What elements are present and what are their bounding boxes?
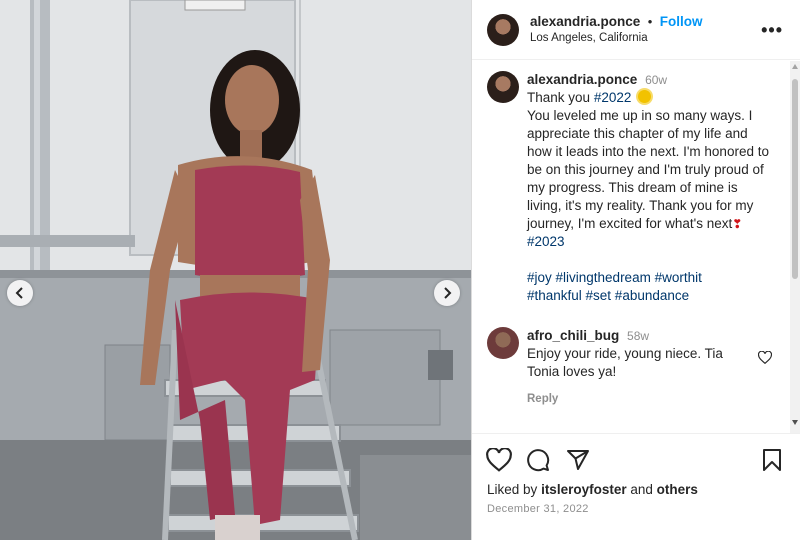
post-location[interactable]: Los Angeles, California xyxy=(530,30,703,47)
chevron-right-icon xyxy=(444,287,452,299)
scroll-down-arrow-icon[interactable] xyxy=(792,420,798,425)
next-comment-preview xyxy=(472,425,790,433)
comment-item: afro_chili_bug 58w Enjoy your ride, youn… xyxy=(472,317,790,407)
header-separator: • xyxy=(647,13,653,29)
caption: alexandria.ponce 60w Thank you #2022 You… xyxy=(472,61,790,305)
liked-by-prefix: Liked by xyxy=(487,482,538,497)
follow-button[interactable]: Follow xyxy=(660,14,703,29)
author-info: alexandria.ponce • Follow Los Angeles, C… xyxy=(530,13,703,47)
scroll-thumb[interactable] xyxy=(792,79,798,279)
photo-illustration xyxy=(0,0,471,540)
post-header: alexandria.ponce • Follow Los Angeles, C… xyxy=(472,0,800,60)
chevron-left-icon xyxy=(15,287,23,299)
save-bookmark-icon[interactable] xyxy=(762,448,782,472)
caption-hashtags: #joy #livingthedream #worthit #thankful … xyxy=(527,269,775,305)
hashtag-2022[interactable]: #2022 xyxy=(594,90,632,105)
caption-avatar[interactable] xyxy=(487,71,519,103)
comment-bubble-icon[interactable] xyxy=(526,448,550,472)
hashtag-2023[interactable]: #2023 xyxy=(527,234,565,249)
caption-time[interactable]: 60w xyxy=(645,73,667,87)
action-bar xyxy=(486,448,786,474)
heart-emoji-icon: ❣ xyxy=(732,217,743,231)
author-username[interactable]: alexandria.ponce xyxy=(530,14,640,29)
liked-by-summary: Liked by itsleroyfoster and others xyxy=(487,482,698,497)
comment-time[interactable]: 58w xyxy=(627,329,649,343)
next-photo-button[interactable] xyxy=(434,280,460,306)
reply-button[interactable]: Reply xyxy=(527,393,558,405)
liked-by-user[interactable]: itsleroyfoster xyxy=(541,482,627,497)
comment-header: afro_chili_bug 58w xyxy=(527,327,775,345)
like-comment-heart-icon[interactable] xyxy=(758,351,772,364)
hashtags-line-2[interactable]: #thankful #set #abundance xyxy=(527,288,689,303)
caption-body-text: You leveled me up in so many ways. I app… xyxy=(527,108,769,231)
commenter-username[interactable]: afro_chili_bug xyxy=(527,328,619,343)
previous-photo-button[interactable] xyxy=(7,280,33,306)
post-photo xyxy=(0,0,471,540)
liked-by-others[interactable]: others xyxy=(657,482,698,497)
hashtags-line-1[interactable]: #joy #livingthedream #worthit xyxy=(527,270,702,285)
more-options-icon[interactable]: ••• xyxy=(761,20,783,41)
post-date[interactable]: December 31, 2022 xyxy=(487,503,589,515)
caption-thank-you: Thank you xyxy=(527,90,591,105)
caption-username[interactable]: alexandria.ponce xyxy=(527,72,637,87)
like-heart-icon[interactable] xyxy=(486,448,512,472)
comments-list[interactable]: alexandria.ponce 60w Thank you #2022 You… xyxy=(472,61,790,433)
comment-text: Enjoy your ride, young niece. Tia Tonia … xyxy=(527,346,723,379)
caption-header: alexandria.ponce 60w xyxy=(527,71,775,89)
post-actions-area: Liked by itsleroyfoster and others Decem… xyxy=(472,433,800,540)
sun-emoji-icon xyxy=(638,90,652,103)
comments-scrollbar[interactable] xyxy=(790,61,800,433)
caption-body: You leveled me up in so many ways. I app… xyxy=(527,107,775,251)
scroll-up-arrow-icon[interactable] xyxy=(792,64,798,69)
share-paper-plane-icon[interactable] xyxy=(566,448,590,472)
caption-first-line: Thank you #2022 xyxy=(527,89,775,107)
liked-by-and: and xyxy=(630,482,653,497)
author-avatar[interactable] xyxy=(487,13,519,46)
commenter-avatar[interactable] xyxy=(487,327,519,359)
